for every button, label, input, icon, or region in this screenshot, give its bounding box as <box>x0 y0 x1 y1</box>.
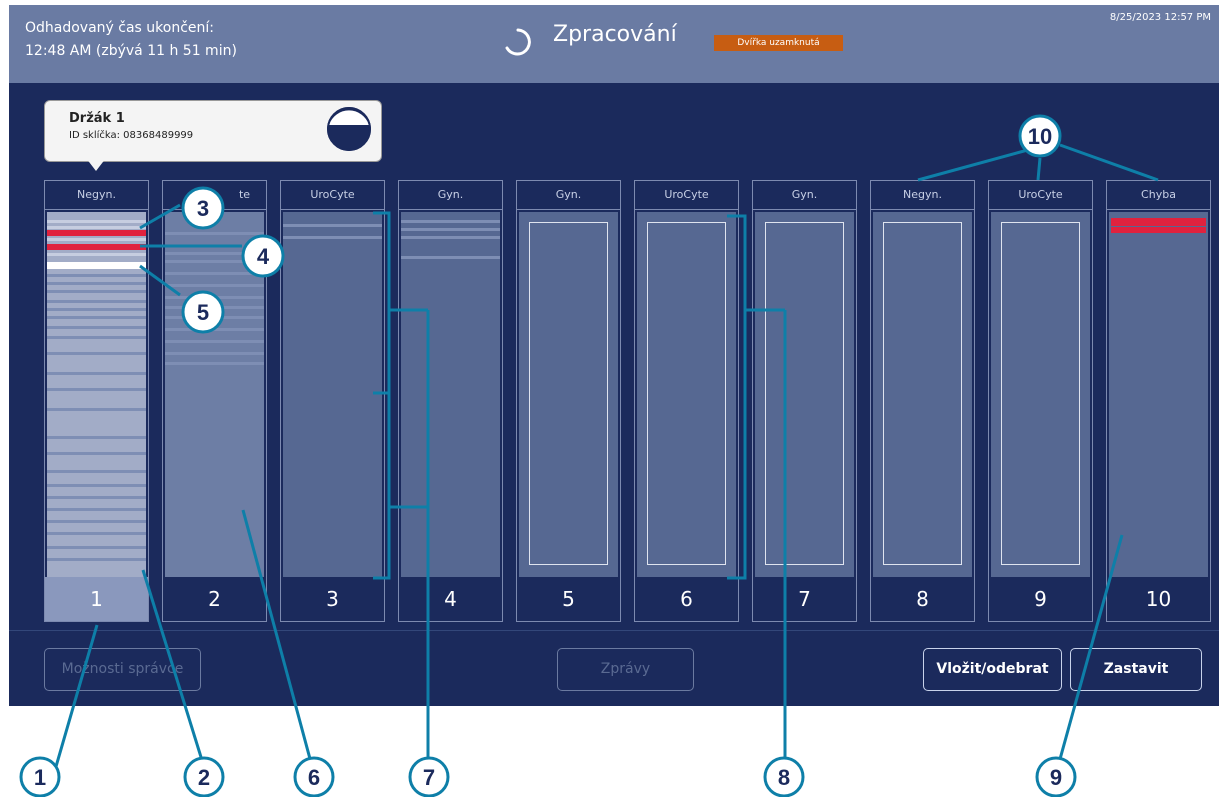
callout-7: 7 <box>423 765 435 790</box>
callout-3: 3 <box>197 196 209 221</box>
callout-4: 4 <box>257 244 270 269</box>
callout-overlay: 3 4 5 10 1 2 6 7 8 9 <box>19 114 1159 797</box>
callout-1: 1 <box>34 765 46 790</box>
callout-8: 8 <box>778 765 790 790</box>
callout-2: 2 <box>198 765 210 790</box>
callout-5: 5 <box>197 300 209 325</box>
callout-9: 9 <box>1050 765 1062 790</box>
callout-10: 10 <box>1028 124 1052 149</box>
callout-6: 6 <box>308 765 320 790</box>
